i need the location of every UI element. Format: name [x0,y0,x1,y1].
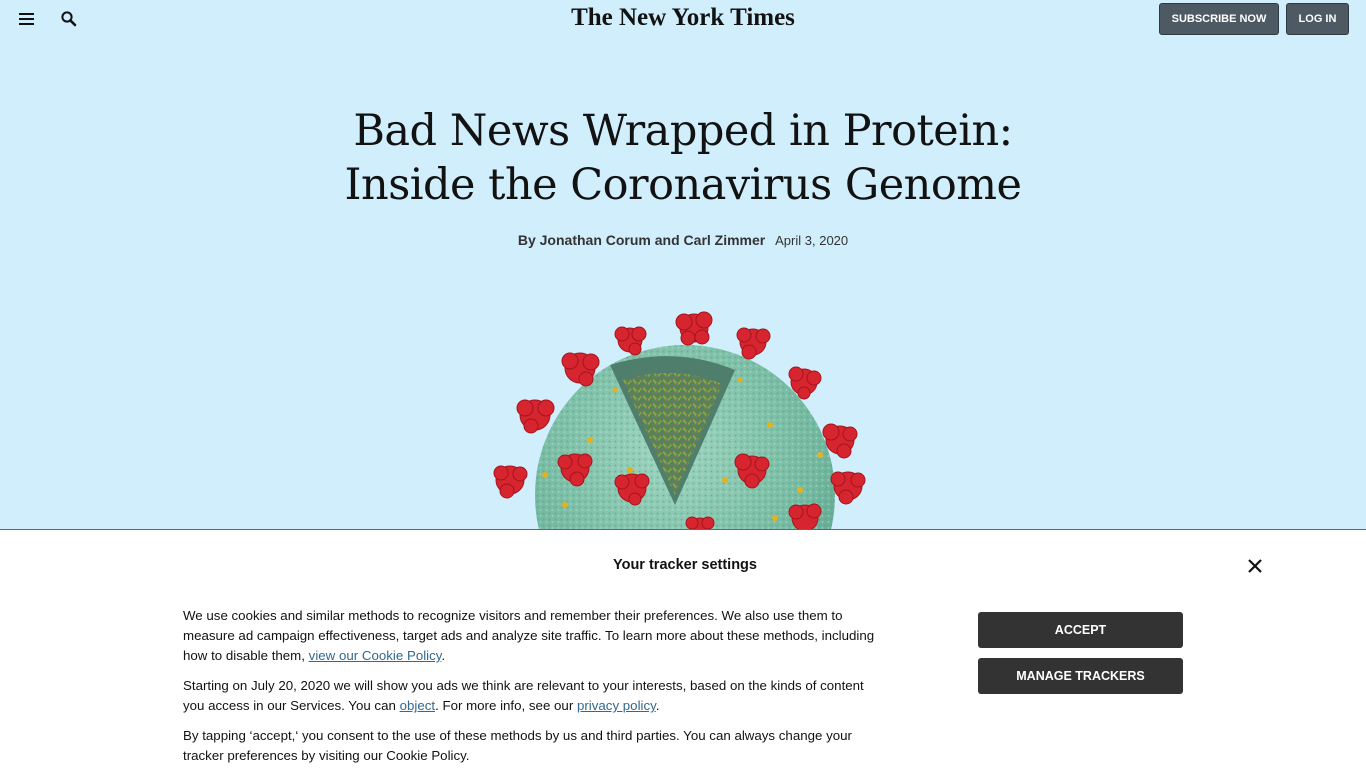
accept-button[interactable]: ACCEPT [978,612,1183,648]
article-headline: Bad News Wrapped in Protein: Inside the … [0,104,1366,212]
byline-prefix: By [517,232,536,248]
consent-text: We use cookies and similar methods to re… [183,606,883,768]
manage-trackers-button[interactable]: MANAGE TRACKERS [978,658,1183,694]
consent-paragraph-1: We use cookies and similar methods to re… [183,606,883,666]
consent-p1-end: . [441,648,446,663]
byline-and: and [654,232,680,248]
byline: By Jonathan Corum and Carl Zimmer April … [0,232,1366,248]
close-icon[interactable] [1245,556,1265,576]
author-link-carl-zimmer[interactable]: Carl Zimmer [684,232,766,248]
subscribe-now-button[interactable]: SUBSCRIBE NOW [1159,3,1279,35]
consent-p2-mid: . For more info, see our [435,698,574,713]
headline-line-2: Inside the Coronavirus Genome [344,160,1022,210]
consent-p2-end: . [655,698,660,713]
consent-paragraph-3: By tapping ‘accept,‘ you consent to the … [183,728,852,763]
cookie-policy-link[interactable]: view our Cookie Policy [309,648,442,663]
privacy-policy-link[interactable]: privacy policy [577,698,656,713]
consent-paragraph-2: Starting on July 20, 2020 we will show y… [183,676,883,716]
tracker-settings-title: Your tracker settings [613,557,757,573]
author-link-jonathan-corum[interactable]: Jonathan Corum [540,232,651,248]
object-link[interactable]: object [400,698,435,713]
top-navigation-bar: The New York Times SUBSCRIBE NOW LOG IN [0,0,1366,40]
headline-line-1: Bad News Wrapped in Protein: [353,106,1013,156]
publish-date: April 3, 2020 [775,233,849,248]
consent-p1-text: We use cookies and similar methods to re… [183,608,875,663]
log-in-button[interactable]: LOG IN [1286,3,1349,35]
coronavirus-illustration [470,290,900,645]
tracker-settings-panel: Your tracker settings We use cookies and… [0,529,1366,768]
